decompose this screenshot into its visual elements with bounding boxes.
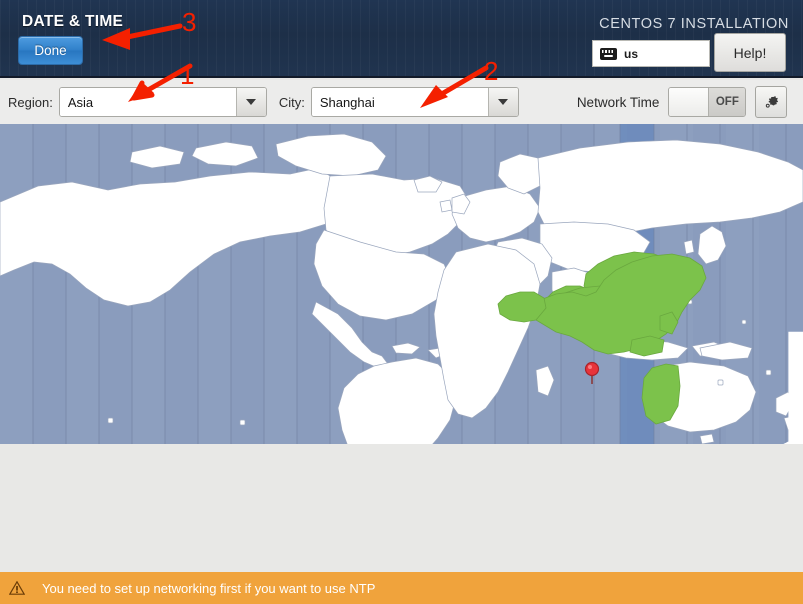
installation-label: CENTOS 7 INSTALLATION — [599, 16, 789, 32]
region-value: Asia — [59, 88, 237, 116]
region-label: Region: — [8, 94, 53, 110]
warning-message: You need to set up networking first if y… — [42, 580, 376, 596]
keyboard-layout-label: us — [624, 46, 639, 61]
region-city-bar: Region: Asia City: Shanghai Network Time… — [0, 80, 803, 124]
map-svg — [0, 124, 803, 444]
network-time-label: Network Time — [576, 94, 660, 110]
city-label: City: — [278, 94, 305, 110]
city-value: Shanghai — [311, 88, 489, 116]
region-dropdown-arrow[interactable] — [236, 88, 266, 116]
done-button[interactable]: Done — [18, 36, 83, 65]
highlighted-indonesia — [629, 335, 665, 357]
toggle-knob — [669, 88, 710, 116]
network-time-toggle[interactable]: OFF — [668, 87, 747, 117]
installer-header: DATE & TIME Done CENTOS 7 INSTALLATION u… — [0, 0, 803, 78]
region-dropdown[interactable]: Asia — [58, 87, 267, 117]
timezone-world-map[interactable] — [0, 124, 803, 444]
chevron-down-icon — [246, 99, 257, 105]
date-time-screen: DATE & TIME Done CENTOS 7 INSTALLATION u… — [0, 0, 803, 604]
network-time-state: OFF — [709, 88, 746, 116]
gear-icon — [765, 95, 778, 108]
chevron-down-icon — [498, 99, 509, 105]
keyboard-layout-indicator[interactable]: us — [592, 40, 710, 67]
time-date-panel: 15:20 PM 24-hour AM/PM — [0, 444, 803, 572]
city-dropdown[interactable]: Shanghai — [310, 87, 519, 117]
ntp-settings-button[interactable] — [755, 86, 788, 118]
keyboard-icon — [600, 47, 617, 60]
warning-triangle-icon — [9, 581, 25, 595]
page-title: DATE & TIME — [22, 13, 124, 30]
city-dropdown-arrow[interactable] — [488, 88, 518, 116]
help-button[interactable]: Help! — [714, 33, 786, 72]
warning-bar: You need to set up networking first if y… — [0, 572, 803, 604]
